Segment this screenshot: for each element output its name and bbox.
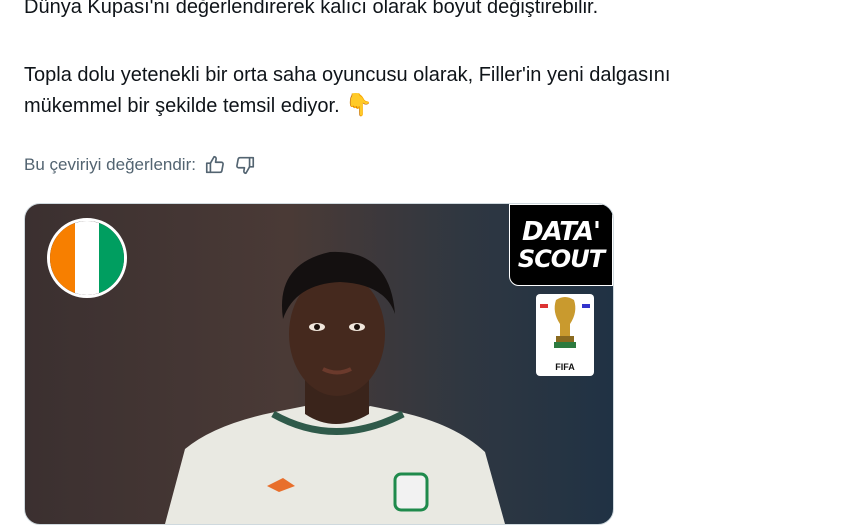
ivory-coast-flag-icon [47,218,127,298]
logo-line-2: SCOUT [517,245,605,273]
tweet-media-image[interactable]: DATA' SCOUT FIFA [24,203,614,525]
trophy-icon [540,297,590,348]
tweet-text: Dünya Kupası'nı değerlendirerek kalıcı o… [24,0,844,121]
tweet-line-1: Dünya Kupası'nı değerlendirerek kalıcı o… [24,0,599,18]
logo-line-1: DATA' [521,217,601,247]
thumbs-up-icon[interactable] [204,154,226,176]
translation-rating: Bu çeviriyi değerlendir: [24,154,256,176]
rating-label: Bu çeviriyi değerlendir: [24,155,196,174]
world-cup-trophy-badge: FIFA [536,294,594,376]
tweet-line-3: mükemmel bir şekilde temsil ediyor. [24,95,340,117]
data-scout-logo: DATA' SCOUT [509,204,613,286]
fifa-label: FIFA [555,362,575,372]
thumbs-down-icon[interactable] [234,154,256,176]
pointing-down-emoji: 👇 [345,92,373,117]
tweet-line-2: Topla dolu yetenekli bir orta saha oyunc… [24,64,671,86]
player-photo [165,251,505,524]
